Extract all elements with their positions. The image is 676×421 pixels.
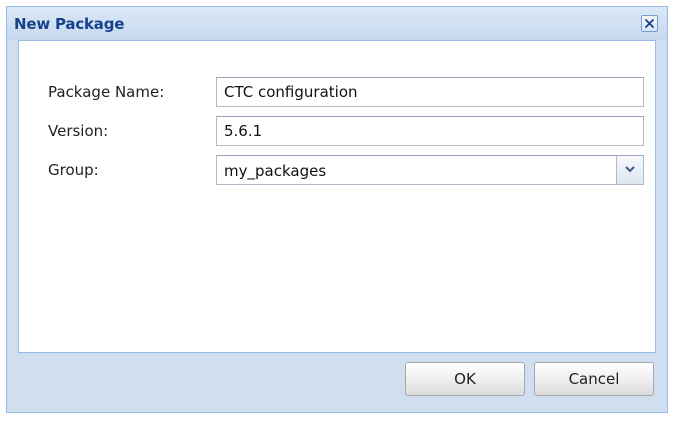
package-name-label: Package Name: (48, 83, 165, 101)
group-combobox[interactable]: my_packages (216, 155, 644, 185)
cancel-button[interactable]: Cancel (534, 362, 654, 396)
version-input[interactable] (216, 116, 644, 146)
group-label: Group: (48, 161, 99, 179)
version-label: Version: (48, 122, 109, 140)
new-package-dialog: New Package Package Name: Version: Group… (6, 6, 668, 413)
dialog-title: New Package (14, 15, 125, 33)
version-row: Version: (19, 116, 655, 146)
dialog-titlebar[interactable]: New Package (7, 7, 667, 40)
ok-button[interactable]: OK (405, 362, 525, 396)
package-name-input[interactable] (216, 77, 644, 107)
package-name-row: Package Name: (19, 77, 655, 107)
close-icon (645, 19, 654, 28)
close-button[interactable] (641, 15, 658, 32)
dialog-body: Package Name: Version: Group: my_package… (18, 40, 656, 353)
group-value: my_packages (224, 162, 327, 180)
chevron-down-icon (625, 166, 635, 173)
group-row: Group: my_packages (19, 155, 655, 185)
group-dropdown-trigger[interactable] (616, 156, 643, 184)
